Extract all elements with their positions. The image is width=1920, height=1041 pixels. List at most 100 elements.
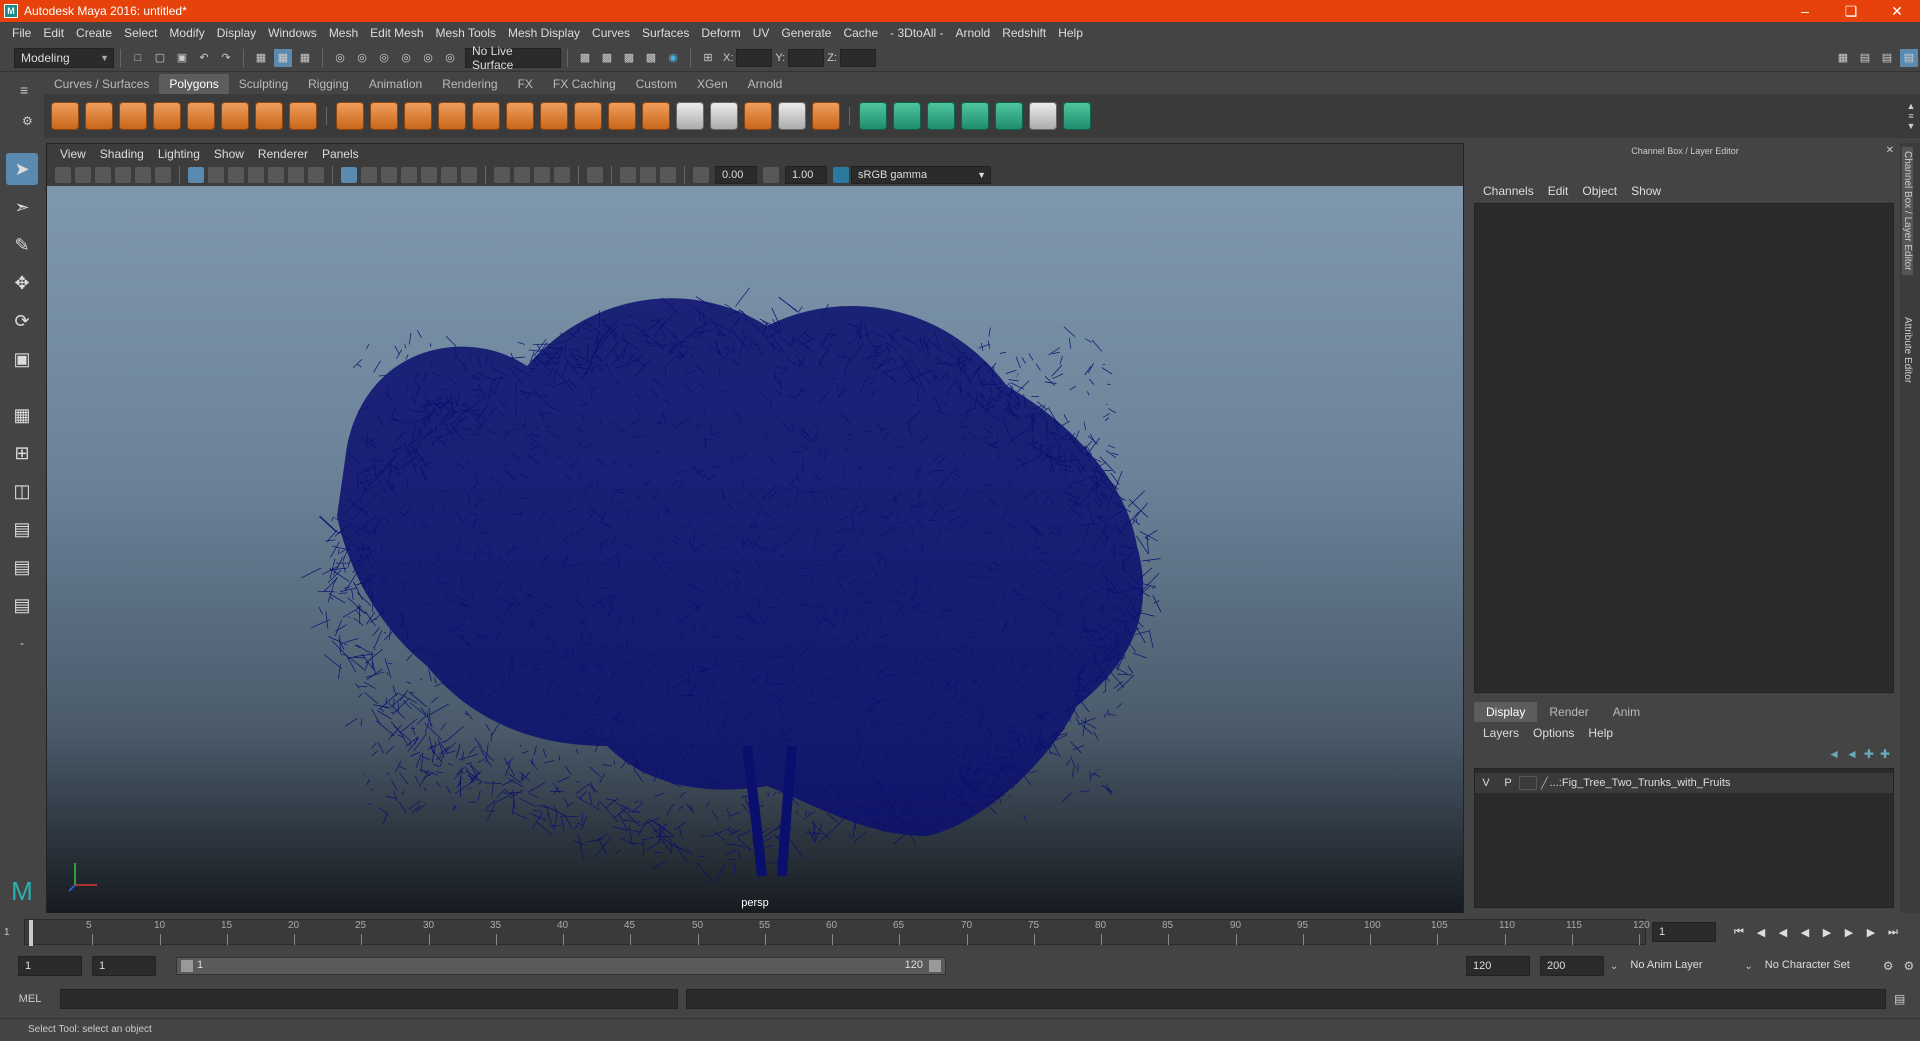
use-all-lights-icon[interactable] xyxy=(441,167,457,183)
new-scene-icon[interactable]: □ xyxy=(129,49,147,67)
select-object-icon[interactable]: ▦ xyxy=(274,49,292,67)
xform-mode-icon[interactable]: ⊞ xyxy=(699,49,717,67)
ambient-occlusion-icon[interactable] xyxy=(494,167,510,183)
le-menu-layers[interactable]: Layers xyxy=(1476,726,1526,740)
append-polygon-icon[interactable] xyxy=(744,102,772,130)
tab-rigging[interactable]: Rigging xyxy=(298,74,359,94)
view-transform-dropdown[interactable]: sRGB gamma▼ xyxy=(851,166,991,184)
menu-mesh-display[interactable]: Mesh Display xyxy=(502,26,586,40)
smooth-icon[interactable] xyxy=(438,102,466,130)
smooth-shade-icon[interactable] xyxy=(361,167,377,183)
four-pane-layout-icon[interactable]: ⊞ xyxy=(6,437,38,469)
spherical-uv-icon[interactable] xyxy=(927,102,955,130)
outliner-layout-icon[interactable]: ▤ xyxy=(6,513,38,545)
le-menu-options[interactable]: Options xyxy=(1526,726,1581,740)
cb-menu-show[interactable]: Show xyxy=(1624,184,1668,198)
poly-torus-icon[interactable] xyxy=(221,102,249,130)
tab-display[interactable]: Display xyxy=(1474,702,1537,722)
menu-3dtoall[interactable]: - 3DtoAll - xyxy=(884,26,949,40)
layout-options-icon[interactable]: - xyxy=(6,627,38,659)
hypershade-layout-icon[interactable]: ▤ xyxy=(6,589,38,621)
go-to-start-icon[interactable]: ⏮ xyxy=(1728,926,1750,939)
extract-icon[interactable] xyxy=(404,102,432,130)
menu-curves[interactable]: Curves xyxy=(586,26,636,40)
scene-end-input[interactable]: 200 xyxy=(1540,956,1604,976)
fill-hole-icon[interactable] xyxy=(778,102,806,130)
safe-action-icon[interactable] xyxy=(288,167,304,183)
le-menu-help[interactable]: Help xyxy=(1581,726,1620,740)
bevel-icon[interactable] xyxy=(642,102,670,130)
layer-visibility-toggle[interactable]: V xyxy=(1475,777,1497,789)
bridge-icon[interactable] xyxy=(608,102,636,130)
tab-anim[interactable]: Anim xyxy=(1601,702,1652,722)
move-layer-up-icon[interactable]: ◄ xyxy=(1828,747,1840,761)
layer-color-swatch[interactable] xyxy=(1519,776,1537,790)
side-tab-channel-box[interactable]: Channel Box / Layer Editor xyxy=(1902,147,1913,275)
menu-file[interactable]: File xyxy=(6,26,37,40)
menu-surfaces[interactable]: Surfaces xyxy=(636,26,695,40)
tab-rendering[interactable]: Rendering xyxy=(432,74,507,94)
safe-title-icon[interactable] xyxy=(308,167,324,183)
chevron-down-icon[interactable]: ⌄ xyxy=(1744,961,1752,972)
snap-projected-icon[interactable]: ◎ xyxy=(397,49,415,67)
rotate-tool-icon[interactable]: ⟳ xyxy=(6,305,38,337)
playback-start-input[interactable]: 1 xyxy=(92,956,156,976)
isolate-select-icon[interactable] xyxy=(587,167,603,183)
channel-box-area[interactable] xyxy=(1474,203,1894,693)
maximize-button[interactable]: ❏ xyxy=(1828,0,1874,22)
z-input[interactable] xyxy=(840,49,876,67)
shadows-icon[interactable] xyxy=(461,167,477,183)
viewport-menu-view[interactable]: View xyxy=(53,147,93,161)
select-hierarchy-icon[interactable]: ▦ xyxy=(252,49,270,67)
bookmark-icon[interactable] xyxy=(95,167,111,183)
lasso-tool-icon[interactable]: ➣ xyxy=(6,191,38,223)
color-management-icon[interactable] xyxy=(833,167,849,183)
channel-box-toggle-icon[interactable]: ▤ xyxy=(1900,49,1918,67)
layer-row[interactable]: V P ╱ ...:Fig_Tree_Two_Trunks_with_Fruit… xyxy=(1475,773,1893,793)
uv-editor-icon[interactable] xyxy=(1029,102,1057,130)
live-surface-field[interactable]: No Live Surface xyxy=(465,48,561,68)
motion-blur-icon[interactable] xyxy=(514,167,530,183)
poly-cube-icon[interactable] xyxy=(85,102,113,130)
tab-custom[interactable]: Custom xyxy=(626,74,687,94)
poly-pipe-icon[interactable] xyxy=(289,102,317,130)
render-view-icon[interactable]: ▩ xyxy=(576,49,594,67)
chevron-down-icon[interactable]: ⌄ xyxy=(1610,961,1618,972)
exposure-input[interactable]: 0.00 xyxy=(715,166,757,184)
menu-display[interactable]: Display xyxy=(211,26,262,40)
xray-components-icon[interactable] xyxy=(660,167,676,183)
snap-grid-icon[interactable]: ◎ xyxy=(331,49,349,67)
shelf-settings-icon[interactable]: ⚙ xyxy=(22,114,33,128)
wireframe-icon[interactable] xyxy=(341,167,357,183)
select-camera-icon[interactable] xyxy=(55,167,71,183)
anim-layer-dropdown[interactable]: No Anim Layer xyxy=(1624,956,1744,976)
snap-view-icon[interactable]: ◎ xyxy=(419,49,437,67)
move-tool-icon[interactable]: ✥ xyxy=(6,267,38,299)
depth-of-field-icon[interactable] xyxy=(554,167,570,183)
viewport-menu-panels[interactable]: Panels xyxy=(315,147,366,161)
tab-sculpting[interactable]: Sculpting xyxy=(229,74,298,94)
xray-icon[interactable] xyxy=(620,167,636,183)
snap-curve-icon[interactable]: ◎ xyxy=(353,49,371,67)
mirror-icon[interactable] xyxy=(506,102,534,130)
tab-animation[interactable]: Animation xyxy=(359,74,432,94)
current-time-marker[interactable] xyxy=(29,920,33,946)
multi-cut-icon[interactable] xyxy=(540,102,568,130)
cb-menu-channels[interactable]: Channels xyxy=(1476,184,1541,198)
tab-xgen[interactable]: XGen xyxy=(687,74,738,94)
cylindrical-uv-icon[interactable] xyxy=(893,102,921,130)
menu-redshift[interactable]: Redshift xyxy=(996,26,1052,40)
anti-aliasing-icon[interactable] xyxy=(534,167,550,183)
mel-label[interactable]: MEL xyxy=(0,993,60,1005)
modeling-toolkit-icon[interactable]: ▦ xyxy=(1834,49,1852,67)
play-forwards-icon[interactable]: ▶ xyxy=(1816,926,1838,939)
step-forward-key-icon[interactable]: ▶ xyxy=(1860,926,1882,939)
mel-command-input[interactable] xyxy=(60,989,678,1009)
current-frame-input[interactable]: 1 xyxy=(1652,922,1716,942)
poly-sphere-icon[interactable] xyxy=(51,102,79,130)
cb-menu-edit[interactable]: Edit xyxy=(1541,184,1576,198)
planar-uv-icon[interactable] xyxy=(859,102,887,130)
image-plane-icon[interactable] xyxy=(115,167,131,183)
paint-select-tool-icon[interactable]: ✎ xyxy=(6,229,38,261)
go-to-end-icon[interactable]: ⏭ xyxy=(1882,926,1904,939)
